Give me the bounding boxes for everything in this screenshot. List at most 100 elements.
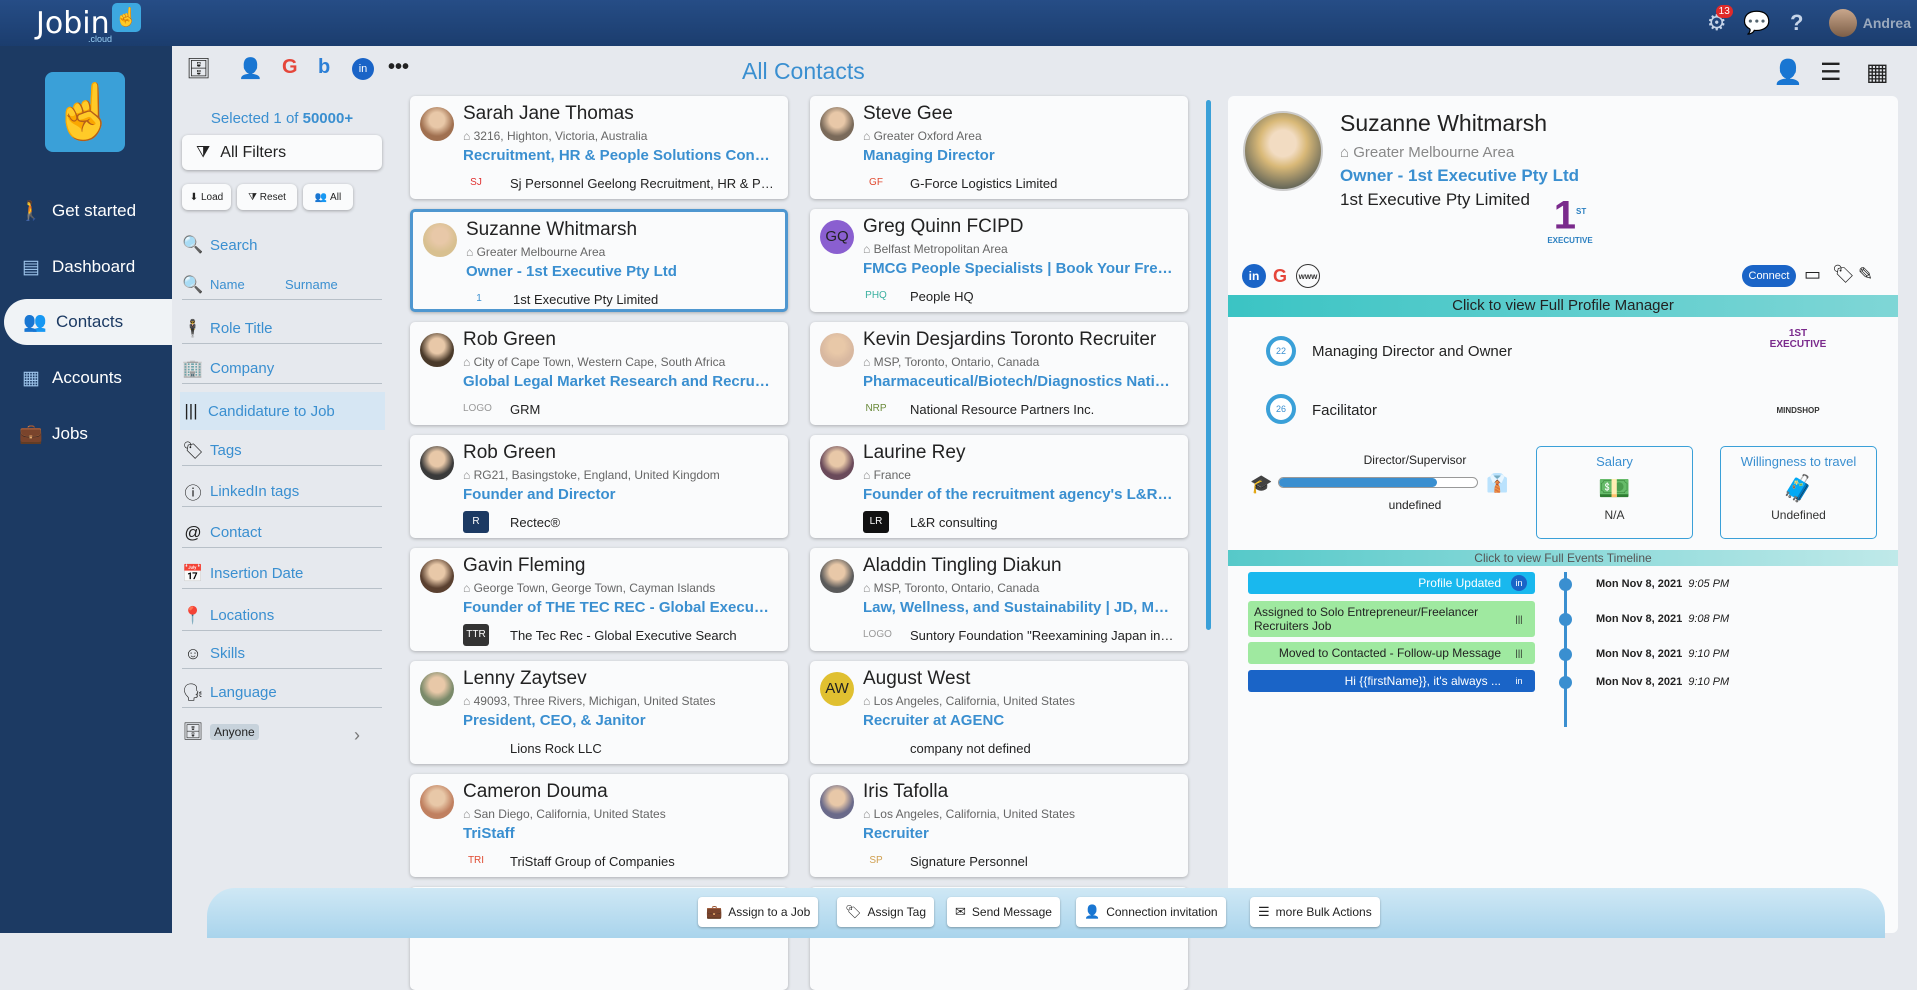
more-icon[interactable]: ••• <box>388 56 409 79</box>
scrollbar[interactable] <box>1206 100 1211 630</box>
assign-job-button[interactable]: 💼 Assign to a Job <box>698 897 819 927</box>
contact-role[interactable]: FMCG People Specialists | Book Your Free… <box>863 260 1173 277</box>
contact-name[interactable]: Suzanne Whitmarsh <box>466 219 637 241</box>
filter-database[interactable]: 🗄 Anyone <box>182 717 382 747</box>
contact-role[interactable]: Pharmaceutical/Biotech/Diagnostics Natio… <box>863 373 1173 390</box>
full-profile-link[interactable]: Click to view Full Profile Manager <box>1228 295 1898 317</box>
all-filters-button[interactable]: ⧩ All Filters <box>182 135 382 170</box>
tag-icon[interactable]: 🏷 <box>1832 264 1855 285</box>
grid-view-icon[interactable]: ▦ <box>1866 58 1889 87</box>
contact-card[interactable]: Kevin Desjardins Toronto Recruiter MSP, T… <box>810 322 1188 425</box>
assign-tag-button[interactable]: 🏷 Assign Tag <box>837 897 934 927</box>
anyone-select[interactable]: Anyone <box>210 724 259 740</box>
contact-name[interactable]: Lenny Zaytsev <box>463 668 587 690</box>
contact-role[interactable]: Global Legal Market Research and Recruit… <box>463 373 773 390</box>
filter-language[interactable]: 🗣 Language <box>182 678 382 708</box>
nav-get-started[interactable]: 🚶 Get started <box>0 188 172 234</box>
google-icon[interactable]: G <box>1268 264 1292 288</box>
nav-accounts[interactable]: ▦ Accounts <box>0 355 172 401</box>
filter-locations[interactable]: 📍 Locations <box>182 601 382 631</box>
name-field[interactable]: Name <box>210 277 285 292</box>
contact-role[interactable]: Recruiter <box>863 825 1173 842</box>
contact-role[interactable]: Founder of THE TEC REC - Global Executiv… <box>463 599 773 616</box>
bing-icon[interactable]: b <box>318 56 330 79</box>
more-bulk-actions-button[interactable]: ☰ more Bulk Actions <box>1250 897 1380 927</box>
contact-card[interactable]: Sarah Jane Thomas 3216, Highton, Victoria… <box>410 96 788 199</box>
contact-name[interactable]: Kevin Desjardins Toronto Recruiter <box>863 329 1156 351</box>
filter-candidature[interactable]: ||| Candidature to Job <box>180 392 385 430</box>
filter-contact[interactable]: @ Contact <box>182 518 382 548</box>
timeline-event[interactable]: Profile Updated in <box>1248 572 1535 594</box>
filter-role-title[interactable]: 🕴 Role Title <box>182 314 382 344</box>
google-icon[interactable]: G <box>282 56 298 79</box>
contact-name[interactable]: Steve Gee <box>863 103 953 125</box>
connect-button[interactable]: Connect <box>1742 265 1796 287</box>
timeline-event[interactable]: Hi {{firstName}}, it's always ... in <box>1248 670 1535 692</box>
send-message-button[interactable]: ✉ Send Message <box>947 897 1060 927</box>
timeline-event[interactable]: Assigned to Solo Entrepreneur/Freelancer… <box>1248 601 1535 637</box>
contact-role[interactable]: Recruiter at AGENC <box>863 712 1173 729</box>
surname-field[interactable]: Surname <box>285 277 338 292</box>
all-button[interactable]: 👥 All <box>303 184 353 210</box>
profile-role[interactable]: Owner - 1st Executive Pty Ltd <box>1340 166 1579 186</box>
salary-box[interactable]: Salary 💵 N/A <box>1536 446 1693 539</box>
contact-role[interactable]: Owner - 1st Executive Pty Ltd <box>466 263 776 280</box>
contact-card-icon[interactable]: ▭ <box>1804 264 1821 285</box>
contact-role[interactable]: Law, Wellness, and Sustainability | JD, … <box>863 599 1173 616</box>
contact-name[interactable]: Rob Green <box>463 329 556 351</box>
user-name[interactable]: Andrea <box>1863 15 1911 31</box>
contact-card[interactable]: Lenny Zaytsev 49093, Three Rivers, Michig… <box>410 661 788 764</box>
load-button[interactable]: ⬇ Load <box>182 184 231 210</box>
contact-name[interactable]: Cameron Douma <box>463 781 608 803</box>
contact-card[interactable]: Rob Green RG21, Basingstoke, England, Uni… <box>410 435 788 538</box>
edit-icon[interactable]: ✎ <box>1858 264 1873 285</box>
filter-name-surname[interactable]: 🔍 Name Surname <box>182 270 382 300</box>
linkedin-icon[interactable]: in <box>1242 264 1266 288</box>
linkedin-icon[interactable]: in <box>352 58 374 80</box>
contact-card[interactable]: GQ Greg Quinn FCIPD Belfast Metropolitan A… <box>810 209 1188 312</box>
contact-role[interactable]: Recruitment, HR & People Solutions Consu… <box>463 147 773 164</box>
contact-role[interactable]: President, CEO, & Janitor <box>463 712 773 729</box>
contact-card[interactable]: Iris Tafolla Los Angeles, California, Uni… <box>810 774 1188 877</box>
user-avatar[interactable] <box>1828 9 1857 37</box>
contact-name[interactable]: August West <box>863 668 970 690</box>
contact-card[interactable]: Rob Green City of Cape Town, Western Cape… <box>410 322 788 425</box>
contact-role[interactable]: TriStaff <box>463 825 773 842</box>
database-heart-icon[interactable]: 🗄 <box>186 56 211 81</box>
filter-tags[interactable]: 🏷 Tags <box>182 436 382 466</box>
contact-card[interactable]: Suzanne Whitmarsh Greater Melbourne Area O… <box>410 209 788 312</box>
travel-box[interactable]: Willingness to travel 🧳 Undefined <box>1720 446 1877 539</box>
contact-role[interactable]: Founder of the recruitment agency's L&R … <box>863 486 1173 503</box>
contact-card[interactable]: Gavin Fleming George Town, George Town, C… <box>410 548 788 651</box>
contact-name[interactable]: Rob Green <box>463 442 556 464</box>
contact-name[interactable]: Aladdin Tingling Diakun <box>863 555 1062 577</box>
timeline-event[interactable]: Moved to Contacted - Follow-up Message ||… <box>1248 642 1535 664</box>
nav-dashboard[interactable]: ▤ Dashboard <box>0 244 172 290</box>
events-timeline-link[interactable]: Click to view Full Events Timeline <box>1228 550 1898 566</box>
chat-icon[interactable]: 💬 <box>1739 0 1775 46</box>
contact-card[interactable]: AW August West Los Angeles, California, Un… <box>810 661 1188 764</box>
contact-card[interactable]: Aladdin Tingling Diakun MSP, Toronto, Ont… <box>810 548 1188 651</box>
reset-button[interactable]: ⧩ Reset <box>237 184 297 210</box>
contact-card[interactable]: Steve Gee Greater Oxford Area Managing Dir… <box>810 96 1188 199</box>
filter-insertion-date[interactable]: 📅 Insertion Date <box>182 559 382 589</box>
user-edit-icon[interactable]: 👤 <box>1773 58 1803 87</box>
contact-name[interactable]: Sarah Jane Thomas <box>463 103 634 125</box>
nav-jobs[interactable]: 💼 Jobs <box>0 411 172 457</box>
contact-name[interactable]: Laurine Rey <box>863 442 965 464</box>
filter-company[interactable]: 🏢 Company <box>182 354 382 384</box>
website-icon[interactable]: www <box>1296 264 1320 288</box>
contact-role[interactable]: Founder and Director <box>463 486 773 503</box>
contact-role[interactable]: Managing Director <box>863 147 1173 164</box>
filter-linkedin-tags[interactable]: ⓘ LinkedIn tags <box>182 477 382 507</box>
contact-name[interactable]: Gavin Fleming <box>463 555 586 577</box>
chevron-right-icon[interactable]: › <box>354 725 360 746</box>
contact-name[interactable]: Greg Quinn FCIPD <box>863 216 1024 238</box>
filter-search[interactable]: 🔍 Search <box>182 230 382 260</box>
list-view-icon[interactable]: ☰ <box>1820 58 1842 87</box>
settings-notifications-icon[interactable]: ⚙ 13 <box>1699 0 1735 46</box>
contact-card[interactable]: Laurine Rey France Founder of the recruitm… <box>810 435 1188 538</box>
contact-name[interactable]: Iris Tafolla <box>863 781 948 803</box>
add-user-icon[interactable]: 👤 <box>238 56 263 81</box>
help-icon[interactable]: ? <box>1779 0 1815 46</box>
